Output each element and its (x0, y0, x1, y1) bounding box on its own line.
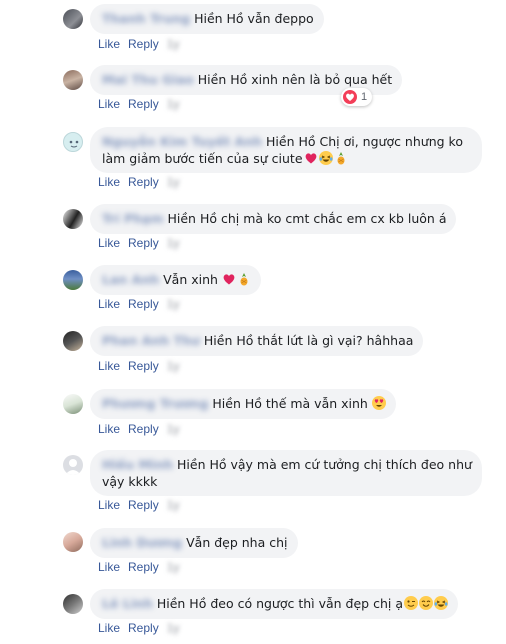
avatar[interactable] (63, 532, 83, 552)
comment-bubble: Lan Anh Vẫn xinh (90, 265, 261, 295)
like-link[interactable]: Like (98, 560, 120, 574)
comment-actions: Like Reply 1y (98, 97, 187, 111)
comment-bubble: Lê Linh Hiền Hồ đeo có ngược thì vẫn đẹp … (90, 589, 458, 619)
avatar[interactable] (63, 594, 83, 614)
comment-author[interactable]: Hiếu Minh (102, 456, 173, 473)
reply-link[interactable]: Reply (128, 359, 159, 373)
comment-author[interactable]: Linh Dương (102, 534, 182, 551)
comment-bubble: Phan Anh Thư Hiền Hồ thắt lứt là gì vại? … (90, 326, 424, 356)
avatar[interactable] (63, 209, 83, 229)
reaction-count: 1 (361, 91, 368, 103)
like-link[interactable]: Like (98, 175, 120, 189)
comment-actions: Like Reply 1y (98, 236, 187, 250)
comment-time[interactable]: 1y (167, 359, 180, 373)
like-link[interactable]: Like (98, 37, 120, 51)
like-link[interactable]: Like (98, 359, 120, 373)
comment-text: Vẫn đẹp nha chị (186, 535, 288, 550)
comment-bubble: Thanh Trung Hiền Hồ vẫn đeppo (90, 4, 324, 34)
comment-author[interactable]: Mai Thu Giao (102, 71, 194, 88)
reply-link[interactable]: Reply (128, 422, 159, 436)
comment-bubble: Nguyễn Kim Tuyết Anh Hiền Hồ Chị ơi, ngượ… (90, 127, 482, 173)
like-link[interactable]: Like (98, 236, 120, 250)
like-link[interactable]: Like (98, 621, 120, 635)
comment-time[interactable]: 1y (167, 175, 180, 189)
reply-link[interactable]: Reply (128, 297, 159, 311)
comment-time[interactable]: 1y (167, 498, 180, 512)
comment-time[interactable]: 1y (167, 37, 180, 51)
comment-author[interactable]: Trí Phạm (102, 210, 163, 227)
avatar[interactable] (63, 270, 83, 290)
comment-bubble: Linh Dương Vẫn đẹp nha chị (90, 528, 298, 558)
comment-text: Hiền Hồ đeo có ngược thì vẫn đẹp chị ạ (156, 596, 403, 611)
like-link[interactable]: Like (98, 297, 120, 311)
comment-text: Hiền Hồ thế mà vẫn xinh (212, 396, 368, 411)
pineapple-icon (237, 272, 251, 286)
comment-author[interactable]: Phan Anh Thư (102, 332, 200, 349)
comment-actions: Like Reply 1y (98, 422, 187, 436)
comment-actions: Like Reply 1y (98, 621, 187, 635)
reply-link[interactable]: Reply (128, 621, 159, 635)
comment-text: Hiền Hồ thắt lứt là gì vại? hâhhaa (203, 333, 414, 348)
like-link[interactable]: Like (98, 422, 120, 436)
comment-text: Hiền Hồ xinh nên là bỏ qua hết (197, 72, 393, 87)
comment-actions: Like Reply 1y (98, 359, 187, 373)
comment-time[interactable]: 1y (167, 236, 180, 250)
smiling-face-icon (419, 596, 433, 610)
comment-actions: Like Reply 1y (98, 37, 187, 51)
reaction-count-badge[interactable]: 1 (341, 88, 373, 106)
comment-bubble: Hiếu Minh Hiền Hồ vậy mà em cứ tưởng chị … (90, 450, 482, 496)
avatar[interactable] (63, 455, 83, 475)
heart-eyes-icon (371, 396, 386, 410)
like-link[interactable]: Like (98, 498, 120, 512)
comment-text: Vẫn xinh (163, 272, 218, 287)
comment-text: Hiền Hồ vẫn đeppo (194, 11, 314, 26)
reply-link[interactable]: Reply (128, 236, 159, 250)
avatar[interactable] (63, 331, 83, 351)
reply-link[interactable]: Reply (128, 498, 159, 512)
comment-author[interactable]: Lê Linh (102, 595, 153, 612)
laughing-tears-icon (318, 151, 333, 165)
comment-text: Hiền Hồ chị mà ko cmt chắc em cx kb luôn… (167, 211, 447, 226)
comment-author[interactable]: Nguyễn Kim Tuyết Anh (102, 133, 262, 150)
comment-bubble: Trí Phạm Hiền Hồ chị mà ko cmt chắc em cx… (90, 204, 457, 234)
comment-author[interactable]: Phương Trương (102, 395, 208, 412)
avatar[interactable] (63, 9, 83, 29)
comment-author[interactable]: Thanh Trung (102, 10, 190, 27)
comment-time[interactable]: 1y (167, 297, 180, 311)
avatar[interactable] (63, 70, 83, 90)
reply-link[interactable]: Reply (128, 97, 159, 111)
comment-actions: Like Reply 1y (98, 498, 187, 512)
comment-time[interactable]: 1y (167, 422, 180, 436)
comment-bubble: Phương Trương Hiền Hồ thế mà vẫn xinh (90, 389, 396, 419)
red-heart-icon (304, 151, 318, 165)
reply-link[interactable]: Reply (128, 560, 159, 574)
comment-author[interactable]: Lan Anh (102, 271, 159, 288)
comment-actions: Like Reply 1y (98, 175, 187, 189)
comment-time[interactable]: 1y (167, 560, 180, 574)
avatar[interactable] (63, 132, 83, 152)
like-link[interactable]: Like (98, 97, 120, 111)
avatar[interactable] (63, 394, 83, 414)
comment-actions: Like Reply 1y (98, 297, 187, 311)
laughing-tears-icon (434, 596, 448, 610)
love-reaction-icon (343, 90, 357, 104)
pineapple-icon (334, 151, 348, 165)
comment-time[interactable]: 1y (167, 97, 180, 111)
red-heart-icon (222, 272, 236, 286)
winking-face-icon (404, 596, 418, 610)
comment-time[interactable]: 1y (167, 621, 180, 635)
reply-link[interactable]: Reply (128, 37, 159, 51)
comment-actions: Like Reply 1y (98, 560, 187, 574)
reply-link[interactable]: Reply (128, 175, 159, 189)
